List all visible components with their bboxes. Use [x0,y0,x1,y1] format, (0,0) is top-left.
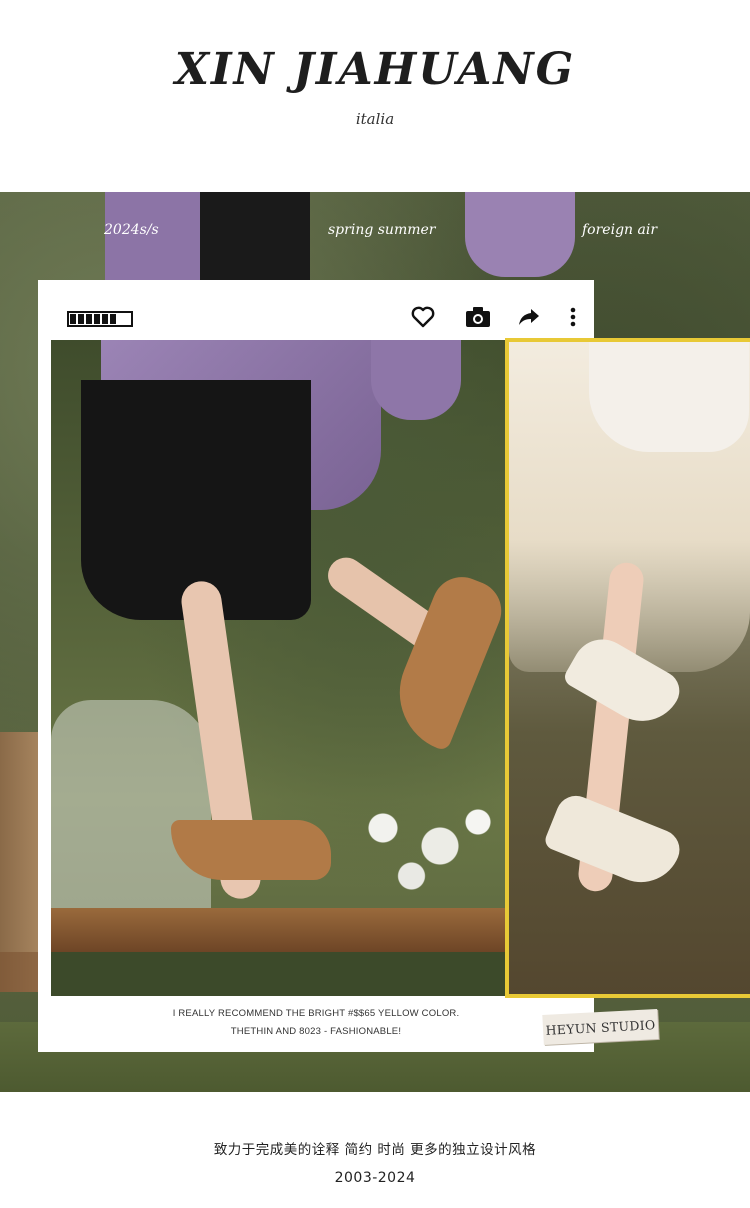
white-flowers [326,780,516,900]
heart-icon[interactable] [410,304,436,330]
caption-line-2: THETHIN AND 8023 - FASHIONABLE! [230,1026,402,1037]
brand-subtitle: italia [355,110,395,128]
main-product-photo [51,340,581,996]
brown-heel-shoe [171,820,331,880]
footer-years: 2003-2024 [334,1170,416,1186]
brand-title: XIN JIAHUANG [174,44,576,95]
model-sleeve [371,340,461,420]
camera-icon[interactable] [465,304,491,330]
bg-sleeve [465,192,575,277]
style-tag: foreign air [582,222,658,238]
tulle-cloth [51,700,211,920]
more-vertical-icon[interactable] [560,304,586,330]
wooden-bench [51,908,581,952]
caption-line-1: I REALLY RECOMMEND THE BRIGHT #$$65 YELL… [172,1008,460,1019]
studio-label: HEYUN STUDIO [542,1009,659,1045]
inset-product-photo [505,338,750,998]
white-sleeve [589,342,749,452]
phone-toolbar [38,280,594,340]
battery-icon [67,311,133,327]
bench-legs [51,952,581,996]
share-icon[interactable] [516,304,542,330]
season-tag: 2024s/s [104,222,159,238]
footer-slogan: 致力于完成美的诠释 简约 时尚 更多的独立设计风格 [213,1142,537,1158]
studio-label-text: HEYUN STUDIO [545,1016,656,1038]
theme-tag: spring summer [328,222,436,238]
